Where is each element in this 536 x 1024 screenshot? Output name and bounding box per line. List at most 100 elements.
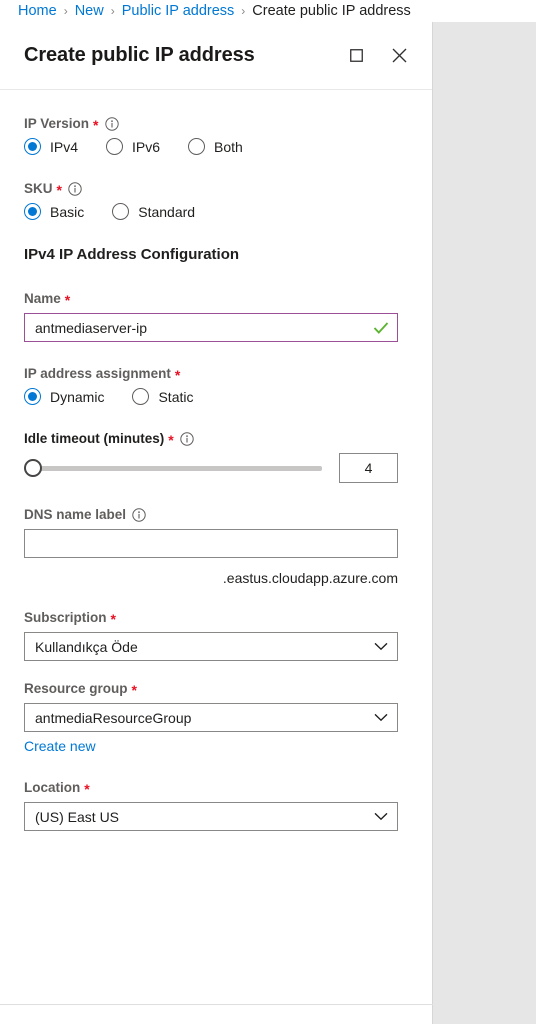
breadcrumb-item-public-ip-address[interactable]: Public IP address: [122, 3, 235, 19]
sku-label-text: SKU: [24, 181, 53, 196]
resource-group-select[interactable]: antmediaResourceGroup: [24, 703, 398, 732]
radio-mark: [24, 138, 41, 155]
idle-timeout-label-text: Idle timeout (minutes): [24, 431, 165, 446]
ip-assignment-radio-group[interactable]: Dynamic Static: [24, 388, 396, 405]
blade-footer: [0, 1005, 433, 1024]
dns-name-label-label: DNS name label: [24, 507, 396, 522]
radio-ipv6[interactable]: IPv6: [106, 138, 160, 155]
required-asterisk: *: [168, 431, 174, 448]
required-asterisk: *: [84, 780, 90, 797]
create-public-ip-blade: Create public IP address IP Version * IP…: [0, 22, 433, 1004]
chevron-down-icon: [374, 713, 388, 722]
checkmark-icon: [373, 321, 389, 335]
location-value: (US) East US: [35, 808, 120, 825]
name-field: Name * antmediaserver-ip: [24, 291, 398, 342]
radio-mark: [24, 388, 41, 405]
subscription-label: Subscription *: [24, 610, 396, 627]
sku-label: SKU *: [24, 181, 396, 198]
radio-mark: [132, 388, 150, 405]
radio-mark: [188, 138, 206, 155]
sku-field: SKU * Basic Standard: [24, 181, 396, 220]
radio-label: Static: [158, 388, 194, 405]
close-icon[interactable]: [384, 41, 414, 71]
name-input-value: antmediaserver-ip: [35, 319, 148, 336]
required-asterisk: *: [110, 610, 116, 627]
location-label-text: Location: [24, 780, 81, 795]
required-asterisk: *: [56, 181, 62, 198]
radio-standard[interactable]: Standard: [112, 203, 195, 220]
breadcrumb-item-home[interactable]: Home: [18, 3, 57, 19]
breadcrumb-separator: ›: [241, 4, 246, 18]
ip-version-label-text: IP Version: [24, 116, 90, 131]
page-title: Create public IP address: [24, 44, 255, 66]
required-asterisk: *: [131, 681, 137, 698]
info-icon[interactable]: [68, 181, 82, 196]
ip-version-radio-group[interactable]: IPv4 IPv6 Both: [24, 138, 396, 155]
name-input[interactable]: antmediaserver-ip: [24, 313, 398, 342]
slider-thumb[interactable]: [24, 459, 42, 477]
radio-basic[interactable]: Basic: [24, 203, 84, 220]
resource-group-label-text: Resource group: [24, 681, 128, 696]
sku-radio-group[interactable]: Basic Standard: [24, 203, 396, 220]
location-select[interactable]: (US) East US: [24, 802, 398, 831]
info-icon[interactable]: [104, 116, 119, 131]
create-new-resource-group-link[interactable]: Create new: [24, 738, 96, 754]
ip-assignment-field: IP address assignment * Dynamic Static: [24, 366, 396, 405]
name-label-text: Name: [24, 291, 61, 306]
idle-timeout-field: Idle timeout (minutes) * 4: [24, 431, 398, 483]
subscription-field: Subscription * Kullandıkça Öde: [24, 610, 398, 661]
idle-timeout-slider[interactable]: [24, 457, 322, 479]
section-heading-ipv4-config: IPv4 IP Address Configuration: [24, 246, 240, 263]
radio-label: IPv6: [132, 138, 161, 155]
radio-label: IPv4: [50, 138, 79, 155]
subscription-label-text: Subscription: [24, 610, 107, 625]
radio-mark: [106, 138, 124, 155]
required-asterisk: *: [93, 116, 99, 133]
radio-label: Standard: [138, 203, 196, 220]
ip-assignment-label: IP address assignment *: [24, 366, 396, 383]
idle-timeout-label: Idle timeout (minutes) *: [24, 431, 396, 448]
breadcrumb-item-new[interactable]: New: [75, 3, 104, 19]
subscription-value: Kullandıkça Öde: [35, 638, 138, 655]
info-icon[interactable]: [180, 431, 194, 446]
location-field: Location * (US) East US: [24, 780, 398, 831]
required-asterisk: *: [174, 366, 181, 383]
resource-group-value: antmediaResourceGroup: [35, 709, 192, 726]
ip-version-field: IP Version * IPv4 IPv6 Both: [24, 116, 396, 155]
dns-name-label-field: DNS name label .eastus.cloudapp.azure.co…: [24, 507, 398, 586]
breadcrumb-separator: ›: [63, 4, 68, 18]
ip-assignment-label-text: IP address assignment: [24, 366, 171, 381]
radio-dynamic[interactable]: Dynamic: [24, 388, 104, 405]
idle-timeout-row: 4: [24, 453, 398, 483]
breadcrumb-item-current: Create public IP address: [252, 3, 411, 19]
blade-header: Create public IP address: [0, 22, 432, 90]
info-icon[interactable]: [132, 507, 146, 522]
resource-group-label: Resource group *: [24, 681, 396, 698]
breadcrumb: Home › New › Public IP address › Create …: [0, 0, 536, 22]
location-label: Location *: [24, 780, 396, 797]
chevron-down-icon: [374, 642, 388, 651]
radio-label: Both: [214, 138, 243, 155]
maximize-icon[interactable]: [341, 41, 371, 71]
dns-name-label-input[interactable]: [24, 529, 398, 558]
radio-mark: [24, 203, 41, 220]
radio-both[interactable]: Both: [188, 138, 243, 155]
ip-version-label: IP Version *: [24, 116, 396, 133]
create-public-ip-form: IP Version * IPv4 IPv6 Both SKU * Basic …: [0, 90, 432, 831]
required-asterisk: *: [64, 291, 71, 308]
resource-group-field: Resource group * antmediaResourceGroup C…: [24, 681, 398, 754]
idle-timeout-value: 4: [364, 460, 373, 476]
radio-label: Dynamic: [50, 388, 105, 405]
dns-name-label-text: DNS name label: [24, 507, 127, 522]
subscription-select[interactable]: Kullandıkça Öde: [24, 632, 398, 661]
dns-suffix: .eastus.cloudapp.azure.com: [222, 570, 398, 586]
name-label: Name *: [24, 291, 396, 308]
radio-ipv4[interactable]: IPv4: [24, 138, 78, 155]
idle-timeout-value-input[interactable]: 4: [339, 453, 398, 483]
radio-mark: [112, 203, 130, 220]
chevron-down-icon: [374, 812, 388, 821]
radio-label: Basic: [50, 203, 85, 220]
breadcrumb-separator: ›: [110, 4, 115, 18]
radio-static[interactable]: Static: [132, 388, 193, 405]
slider-track: [34, 465, 322, 471]
